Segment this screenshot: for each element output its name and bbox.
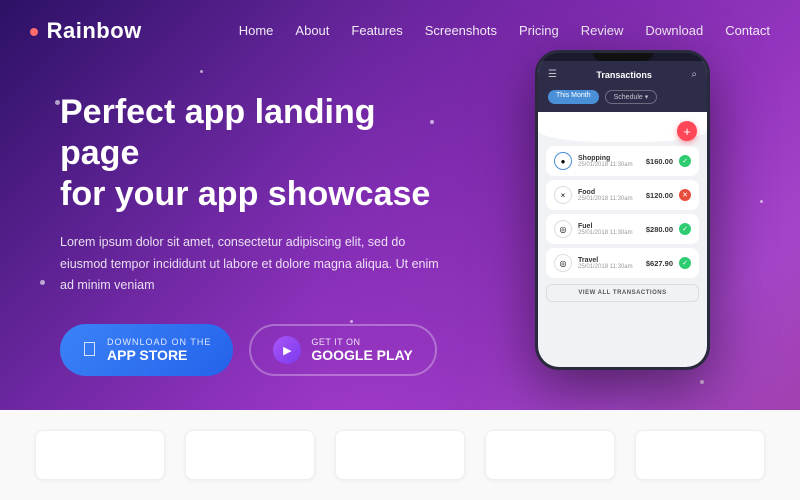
t-status-food: ✕ xyxy=(679,189,691,201)
t-status-fuel: ✓ xyxy=(679,223,691,235)
phone-title: Transactions xyxy=(557,70,691,80)
deco-dot xyxy=(700,380,704,384)
apple-icon:  xyxy=(82,340,97,360)
appstore-label-small: DOWNLOAD ON THE xyxy=(107,337,211,347)
transaction-item: ◎ Fuel 25/01/2018 11:30am $280.00 ✓ xyxy=(546,214,699,244)
hero-section: Rainbow Home About Features Screenshots … xyxy=(0,0,800,410)
googleplay-label-small: GET IT ON xyxy=(311,337,412,347)
nav-item-features[interactable]: Features xyxy=(351,22,402,40)
transaction-item: ● Shopping 25/01/2018 11:30am $160.00 ✓ xyxy=(546,146,699,176)
phone-mockup: ☰ Transactions ⌕ This Month Schedule ▾ +… xyxy=(535,50,710,370)
play-icon: ▶ xyxy=(273,336,301,364)
t-date-food: 25/01/2018 11:30am xyxy=(578,196,640,202)
t-date-fuel: 25/01/2018 11:30am xyxy=(578,230,640,236)
t-details-fuel: Fuel 25/01/2018 11:30am xyxy=(578,223,640,236)
pill-month[interactable]: This Month xyxy=(548,90,599,104)
googleplay-label-big: GOOGLE PLAY xyxy=(311,347,412,363)
hero-title-line1: Perfect app landing page xyxy=(60,93,376,172)
t-name-travel: Travel xyxy=(578,257,640,264)
t-status-travel: ✓ xyxy=(679,257,691,269)
phone-header: ☰ Transactions ⌕ xyxy=(538,61,707,86)
appstore-label-big: APP STORE xyxy=(107,347,211,363)
t-status-shopping: ✓ xyxy=(679,155,691,167)
brand-name: Rainbow xyxy=(47,18,142,43)
footer-card xyxy=(35,430,165,480)
footer-card xyxy=(185,430,315,480)
phone-pills: This Month Schedule ▾ xyxy=(538,86,707,112)
appstore-button[interactable]:  DOWNLOAD ON THE APP STORE xyxy=(60,324,233,376)
googleplay-button[interactable]: ▶ GET IT ON GOOGLE PLAY xyxy=(249,324,436,376)
logo-dot xyxy=(30,28,38,36)
footer-card xyxy=(335,430,465,480)
t-amount-food: $120.00 xyxy=(646,191,673,200)
hero-title-line2: for your app showcase xyxy=(60,175,430,213)
menu-icon: ☰ xyxy=(548,69,557,80)
t-date-travel: 25/01/2018 11:30am xyxy=(578,264,640,270)
nav-item-screenshots[interactable]: Screenshots xyxy=(425,22,497,40)
t-name-fuel: Fuel xyxy=(578,223,640,230)
t-details-food: Food 25/01/2018 11:30am xyxy=(578,189,640,202)
hero-title: Perfect app landing page for your app sh… xyxy=(60,92,440,214)
view-all-transactions[interactable]: VIEW ALL TRANSACTIONS xyxy=(546,284,699,302)
t-icon-food: × xyxy=(554,186,572,204)
t-name-shopping: Shopping xyxy=(578,155,640,162)
phone-frame: ☰ Transactions ⌕ This Month Schedule ▾ +… xyxy=(535,50,710,370)
nav-item-contact[interactable]: Contact xyxy=(725,22,770,40)
nav-item-pricing[interactable]: Pricing xyxy=(519,22,559,40)
t-amount-travel: $627.90 xyxy=(646,259,673,268)
hero-description: Lorem ipsum dolor sit amet, consectetur … xyxy=(60,232,440,296)
nav-item-review[interactable]: Review xyxy=(581,22,624,40)
footer-card xyxy=(485,430,615,480)
pill-schedule[interactable]: Schedule ▾ xyxy=(605,90,658,104)
t-icon-fuel: ◎ xyxy=(554,220,572,238)
phone-screen: ☰ Transactions ⌕ This Month Schedule ▾ +… xyxy=(538,61,707,370)
nav-item-home[interactable]: Home xyxy=(239,22,274,40)
googleplay-text: GET IT ON GOOGLE PLAY xyxy=(311,337,412,363)
t-icon-shopping: ● xyxy=(554,152,572,170)
hero-content: Perfect app landing page for your app sh… xyxy=(0,62,480,376)
t-icon-travel: ◎ xyxy=(554,254,572,272)
cta-buttons:  DOWNLOAD ON THE APP STORE ▶ GET IT ON … xyxy=(60,324,440,376)
deco-dot xyxy=(760,200,763,203)
nav-item-about[interactable]: About xyxy=(295,22,329,40)
search-icon: ⌕ xyxy=(691,69,697,80)
t-details-travel: Travel 25/01/2018 11:30am xyxy=(578,257,640,270)
brand-logo: Rainbow xyxy=(30,18,142,44)
t-date-shopping: 25/01/2018 11:30am xyxy=(578,162,640,168)
footer-card xyxy=(635,430,765,480)
transaction-item: ◎ Travel 25/01/2018 11:30am $627.90 ✓ xyxy=(546,248,699,278)
nav-item-download[interactable]: Download xyxy=(645,22,703,40)
fab-button[interactable]: + xyxy=(677,121,697,141)
t-amount-shopping: $160.00 xyxy=(646,157,673,166)
t-amount-fuel: $280.00 xyxy=(646,225,673,234)
appstore-text: DOWNLOAD ON THE APP STORE xyxy=(107,337,211,363)
t-details-shopping: Shopping 25/01/2018 11:30am xyxy=(578,155,640,168)
footer-area xyxy=(0,410,800,500)
t-name-food: Food xyxy=(578,189,640,196)
nav-links: Home About Features Screenshots Pricing … xyxy=(239,22,770,40)
phone-notch xyxy=(593,53,653,61)
transaction-item: × Food 25/01/2018 11:30am $120.00 ✕ xyxy=(546,180,699,210)
